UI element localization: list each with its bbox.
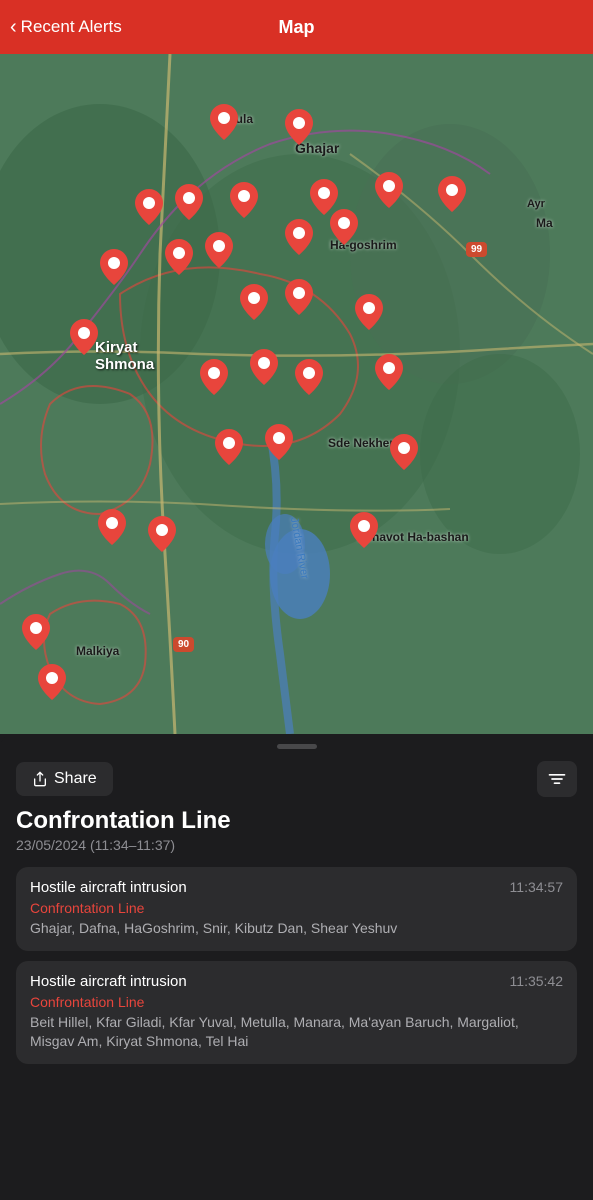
filter-button[interactable] <box>537 761 577 797</box>
alert-zone-2: Confrontation Line <box>30 994 563 1010</box>
map-pin-29[interactable] <box>38 664 66 700</box>
map-pin-27[interactable] <box>350 512 378 548</box>
share-label: Share <box>54 770 97 788</box>
map-label-ayr: Ayr <box>527 198 545 210</box>
road-badge-90: 90 <box>173 637 194 652</box>
alert-locations-2: Beit Hillel, Kfar Giladi, Kfar Yuval, Me… <box>30 1013 563 1052</box>
map-pin-8[interactable] <box>438 176 466 212</box>
share-icon <box>32 771 48 787</box>
map-label-kiryatshmona: KiryatShmona <box>95 339 154 373</box>
map-pin-22[interactable] <box>215 429 243 465</box>
alert-type-2: Hostile aircraft intrusion <box>30 973 187 990</box>
map-pin-16[interactable] <box>285 279 313 315</box>
road-badge-99: 99 <box>466 242 487 257</box>
alert-type-1: Hostile aircraft intrusion <box>30 879 187 896</box>
filter-icon <box>547 769 567 789</box>
map-pin-13[interactable] <box>330 209 358 245</box>
map-pin-2[interactable] <box>285 109 313 145</box>
app-header: ‹ Recent Alerts Map <box>0 0 593 54</box>
map-pin-5[interactable] <box>230 182 258 218</box>
map-pin-18[interactable] <box>200 359 228 395</box>
back-label: Recent Alerts <box>21 17 122 37</box>
map-pin-25[interactable] <box>98 509 126 545</box>
map-pin-23[interactable] <box>265 424 293 460</box>
map-pin-24[interactable] <box>390 434 418 470</box>
panel-actions: Share <box>0 755 593 807</box>
back-button[interactable]: ‹ Recent Alerts <box>10 16 122 39</box>
map-pin-1[interactable] <box>210 104 238 140</box>
alert-locations-1: Ghajar, Dafna, HaGoshrim, Snir, Kibutz D… <box>30 919 563 939</box>
alert-time-2: 11:35:42 <box>510 973 563 989</box>
map-view[interactable]: Metula Ghajar Ha-goshrim Sde Nekhemya Ze… <box>0 54 593 734</box>
alert-time-1: 11:34:57 <box>510 879 563 895</box>
map-pin-4[interactable] <box>175 184 203 220</box>
alert-header-1: Hostile aircraft intrusion 11:34:57 <box>30 879 563 896</box>
map-pin-12[interactable] <box>285 219 313 255</box>
map-pin-26[interactable] <box>148 516 176 552</box>
panel-content: Confrontation Line 23/05/2024 (11:34–11:… <box>0 807 593 1094</box>
map-pin-19[interactable] <box>250 349 278 385</box>
location-title: Confrontation Line <box>16 807 577 835</box>
share-button[interactable]: Share <box>16 762 113 796</box>
map-pin-21[interactable] <box>375 354 403 390</box>
chevron-left-icon: ‹ <box>10 16 17 39</box>
map-pin-7[interactable] <box>375 172 403 208</box>
map-pin-20[interactable] <box>295 359 323 395</box>
map-pin-11[interactable] <box>205 232 233 268</box>
bottom-panel: Share Confrontation Line 23/05/2024 (11:… <box>0 734 593 1200</box>
map-pin-10[interactable] <box>165 239 193 275</box>
alert-header-2: Hostile aircraft intrusion 11:35:42 <box>30 973 563 990</box>
page-title: Map <box>279 17 315 38</box>
map-pin-15[interactable] <box>240 284 268 320</box>
map-pin-14[interactable] <box>70 319 98 355</box>
datetime: 23/05/2024 (11:34–11:37) <box>16 837 577 853</box>
map-pin-9[interactable] <box>100 249 128 285</box>
alert-card-2[interactable]: Hostile aircraft intrusion 11:35:42 Conf… <box>16 961 577 1064</box>
map-pin-28[interactable] <box>22 614 50 650</box>
map-pin-17[interactable] <box>355 294 383 330</box>
map-label-ma: Ma <box>536 216 553 230</box>
alert-zone-1: Confrontation Line <box>30 900 563 916</box>
alert-card-1[interactable]: Hostile aircraft intrusion 11:34:57 Conf… <box>16 867 577 951</box>
panel-handle[interactable] <box>277 744 317 749</box>
map-pin-3[interactable] <box>135 189 163 225</box>
map-label-malkiya: Malkiya <box>76 644 119 658</box>
